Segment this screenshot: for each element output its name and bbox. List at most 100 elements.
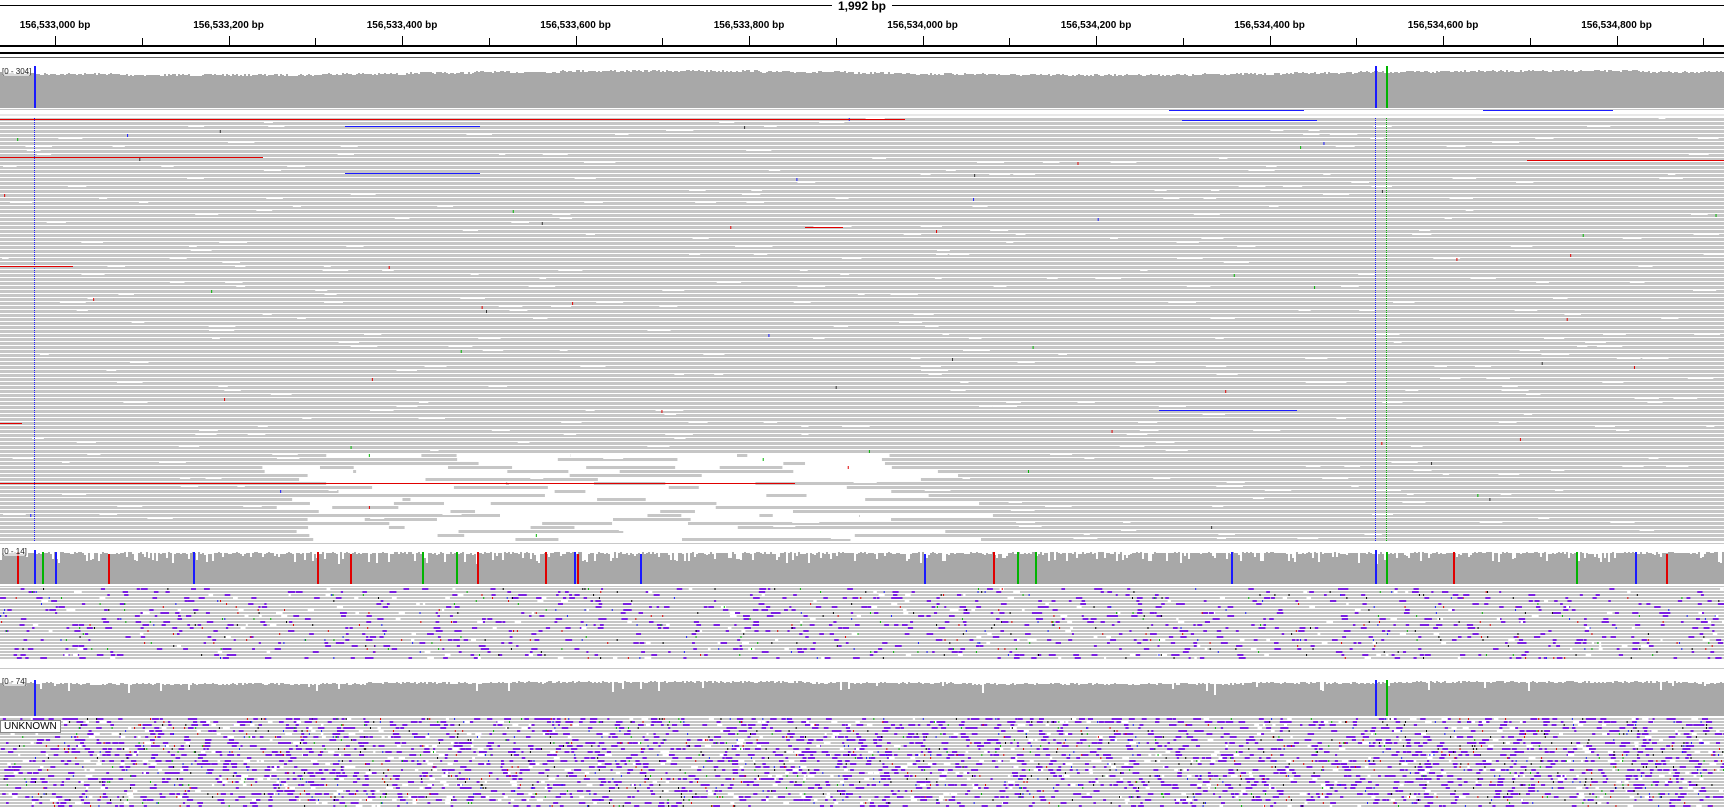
mismatch-base [661, 410, 663, 413]
mismatch-column [1386, 430, 1387, 431]
coverage-bar [604, 682, 606, 716]
mismatch-column [1386, 252, 1387, 253]
coverage-bar [722, 553, 724, 584]
coverage-bar [968, 554, 970, 584]
mismatch-column [1375, 274, 1376, 275]
read-gap [1253, 430, 1281, 431]
read-feature [739, 648, 743, 650]
coverage-bar [1066, 561, 1068, 584]
read-feature [1165, 624, 1169, 626]
read-feature [124, 609, 126, 611]
read-feature [842, 597, 847, 599]
coverage-bar [480, 71, 482, 108]
read-gap [990, 230, 1009, 231]
read-feature [676, 588, 683, 590]
coverage-bar [1176, 74, 1178, 108]
coverage-bar [354, 683, 356, 716]
read-gap [1335, 146, 1355, 147]
mismatch-column [1386, 140, 1387, 141]
read-feature [455, 630, 462, 632]
read-feature [20, 654, 26, 656]
mismatch-column [34, 304, 35, 305]
mismatch-column [34, 408, 35, 409]
coverage-bar [1356, 73, 1358, 108]
read-feature [1418, 594, 1420, 596]
coverage-bar [84, 73, 86, 108]
coverage-track-2[interactable]: [0 - 14] [0, 546, 1724, 584]
coverage-bar [424, 682, 426, 716]
coverage-bar [144, 557, 146, 584]
mismatch-column [1386, 346, 1387, 347]
coverage-bar [1000, 75, 1002, 108]
mismatch-column [34, 210, 35, 211]
coverage-bar [1534, 71, 1536, 108]
read-gap [1095, 278, 1122, 279]
mismatch-column [1375, 272, 1376, 273]
coverage-bar [752, 682, 754, 716]
coverage-bar [1630, 553, 1632, 584]
coverage-bar [1644, 554, 1646, 584]
coverage-bar [610, 70, 612, 108]
coverage-bar [152, 75, 154, 108]
read-feature [793, 594, 797, 596]
coverage-track-3[interactable]: [0 - 74] [0, 676, 1724, 716]
read-feature [1366, 597, 1368, 599]
read-feature [501, 642, 505, 644]
mismatch-base [350, 446, 352, 449]
read-feature [1373, 606, 1375, 608]
coverage-bar [1132, 75, 1134, 108]
mismatch-column [34, 430, 35, 431]
read-row [0, 402, 1724, 405]
coverage-bar [46, 553, 48, 584]
mismatch-column [1375, 532, 1376, 533]
coverage-bar [1550, 72, 1552, 108]
coverage-bar [166, 684, 168, 716]
coverage-bar [682, 681, 684, 716]
read-row [0, 238, 1724, 241]
read-feature [1608, 600, 1611, 602]
coverage-bar [224, 553, 226, 584]
coverage-bar [1438, 554, 1440, 584]
coverage-bar [974, 553, 976, 584]
alignment-track-2[interactable] [0, 588, 1724, 660]
coverage-track-1[interactable]: [0 - 304] [0, 66, 1724, 108]
mismatch-column [1386, 226, 1387, 227]
read-feature [1203, 630, 1207, 632]
read-gap [305, 506, 315, 507]
coverage-bar [906, 561, 908, 584]
read-feature [813, 600, 817, 602]
ruler-track[interactable]: 1,992 bp 156,533,000 bp 156,533,200 bp 156… [0, 0, 1724, 48]
read-gap [58, 138, 83, 139]
alignment-track-1[interactable] [0, 110, 1724, 542]
coverage-bar [496, 683, 498, 716]
read-feature [714, 588, 716, 590]
read-gap [1176, 242, 1199, 243]
coverage-bar [196, 685, 198, 716]
read-feature [1413, 657, 1417, 659]
mismatch-column [1375, 426, 1376, 427]
coverage-bar [1060, 554, 1062, 584]
coverage-bar [810, 553, 812, 584]
read-feature [874, 612, 879, 614]
coverage-bar [262, 557, 264, 584]
read-feature [1147, 627, 1149, 629]
mismatch-column [34, 402, 35, 403]
coverage-bar [200, 554, 202, 584]
coverage-bar [1262, 561, 1264, 584]
coverage-bar [616, 558, 618, 584]
read-feature [1524, 612, 1526, 614]
read-gap [209, 330, 235, 331]
read-feature [3, 612, 5, 614]
read-gap [361, 538, 384, 539]
coverage-bar [1244, 553, 1246, 584]
coverage-bar [756, 70, 758, 108]
coverage-bar [1388, 73, 1390, 108]
coverage-bar [1684, 553, 1686, 584]
mismatch-column [34, 380, 35, 381]
coverage-bar [162, 76, 164, 108]
read-gap [61, 462, 70, 463]
coverage-bar [458, 73, 460, 108]
mismatch-column [1375, 270, 1376, 271]
read-row [0, 330, 1724, 333]
coverage-bar [1650, 553, 1652, 584]
